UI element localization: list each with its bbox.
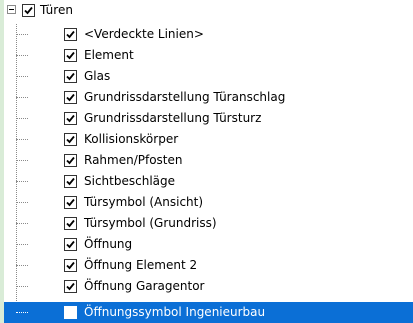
checkbox[interactable]: [64, 280, 77, 293]
tree-connector: [16, 55, 28, 56]
tree-connector: [16, 312, 28, 313]
tree-connector: [16, 202, 28, 203]
tree-child-label: Grundrissdarstellung Türsturz: [84, 111, 262, 125]
checkbox[interactable]: [64, 154, 77, 167]
tree-child-item[interactable]: Rahmen/Pfosten: [4, 150, 413, 171]
checkbox[interactable]: [64, 175, 77, 188]
tree-node-label: Türen: [40, 3, 73, 17]
tree-child-item[interactable]: Grundrissdarstellung Türsturz: [4, 108, 413, 129]
checkbox[interactable]: [64, 70, 77, 83]
checkbox[interactable]: [64, 259, 77, 272]
checkbox[interactable]: [64, 28, 77, 41]
tree-child-label: Sichtbeschläge: [84, 174, 176, 188]
checkbox[interactable]: [64, 217, 77, 230]
tree-connector: [16, 118, 28, 119]
tree-child-label: Öffnung Garagentor: [84, 279, 205, 293]
tree-child-label: Element: [84, 48, 134, 62]
checkbox[interactable]: [64, 133, 77, 146]
tree-child-label: Rahmen/Pfosten: [84, 153, 183, 167]
tree-child-item[interactable]: Grundrissdarstellung Türanschlag: [4, 87, 413, 108]
checkbox[interactable]: [64, 112, 77, 125]
tree-child-item[interactable]: Öffnung Element 2: [4, 255, 413, 276]
tree-connector: [16, 76, 28, 77]
tree-child-label: Türsymbol (Ansicht): [84, 195, 204, 209]
tree-connector: [16, 97, 28, 98]
tree-child-label: Öffnung Element 2: [84, 258, 198, 272]
tree-connector: [16, 286, 28, 287]
tree-child-item[interactable]: <Verdeckte Linien>: [4, 24, 413, 45]
tree-child-item[interactable]: Türsymbol (Ansicht): [4, 192, 413, 213]
tree-child-item[interactable]: Türsymbol (Grundriss): [4, 213, 413, 234]
tree-child-item[interactable]: Glas: [4, 66, 413, 87]
checkbox[interactable]: [64, 91, 77, 104]
tree-connector: [16, 223, 28, 224]
tree-child-item[interactable]: Öffnung Garagentor: [4, 276, 413, 297]
tree-child-item[interactable]: Öffnung: [4, 234, 413, 255]
collapse-icon[interactable]: [7, 5, 16, 14]
checkbox[interactable]: [64, 238, 77, 251]
checkbox[interactable]: [64, 306, 77, 319]
tree-connector: [16, 265, 28, 266]
tree-child-item[interactable]: Sichtbeschläge: [4, 171, 413, 192]
tree-child-item[interactable]: Element: [4, 45, 413, 66]
tree-node-tueren[interactable]: Türen: [4, 0, 413, 21]
tree-connector: [16, 139, 28, 140]
checkbox[interactable]: [64, 196, 77, 209]
tree-child-label: Öffnungssymbol Ingenieurbau: [84, 305, 266, 319]
tree-child-item-selected[interactable]: Öffnungssymbol Ingenieurbau: [4, 302, 413, 323]
tree-child-label: Türsymbol (Grundriss): [84, 216, 217, 230]
tree-child-label: Glas: [84, 69, 111, 83]
checkbox[interactable]: [64, 49, 77, 62]
tree-connector: [16, 34, 28, 35]
tree-child-label: Öffnung: [84, 237, 133, 251]
category-tree[interactable]: Türen <Verdeckte Linien> Element Glas Gr…: [4, 0, 413, 323]
tree-child-item[interactable]: Kollisionskörper: [4, 129, 413, 150]
tree-connector: [16, 244, 28, 245]
tree-connector: [16, 181, 28, 182]
checkbox-tueren[interactable]: [22, 4, 35, 17]
tree-child-label: Kollisionskörper: [84, 132, 179, 146]
tree-child-label: <Verdeckte Linien>: [84, 27, 204, 41]
tree-connector: [16, 160, 28, 161]
tree-child-label: Grundrissdarstellung Türanschlag: [84, 90, 286, 104]
